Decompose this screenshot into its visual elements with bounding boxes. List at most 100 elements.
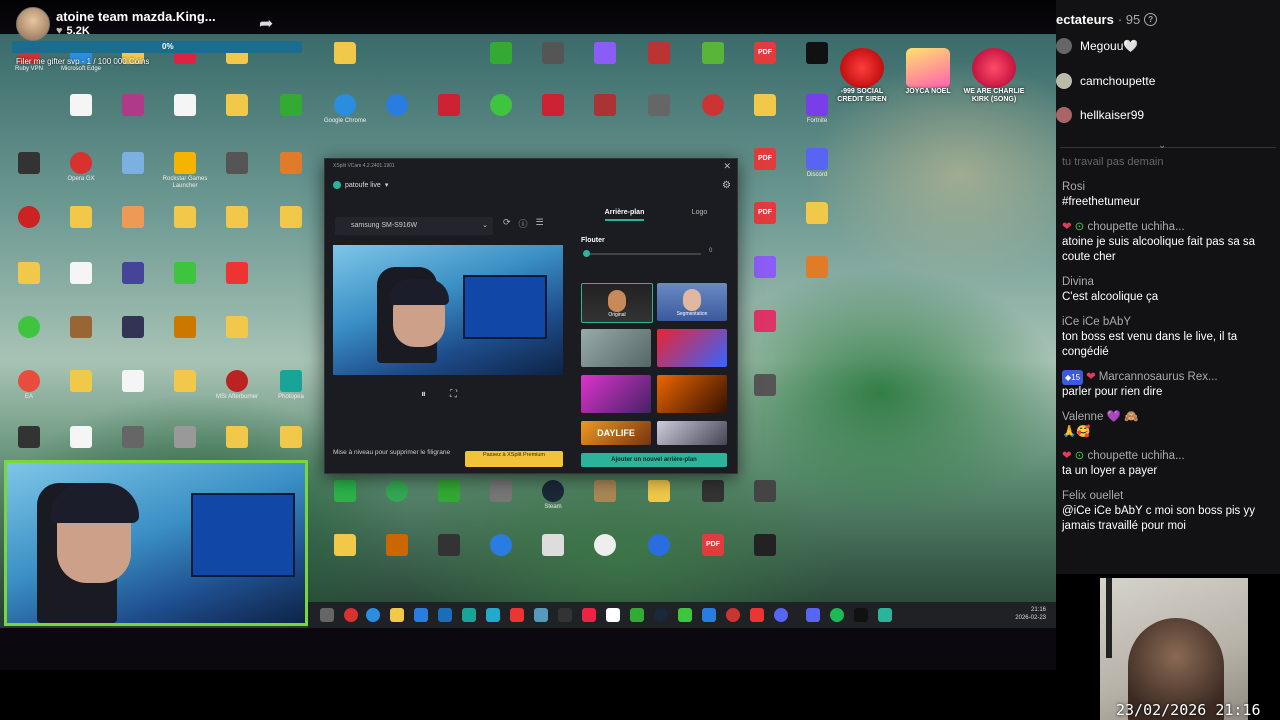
- desktop-icon[interactable]: [58, 206, 104, 230]
- desktop-icon[interactable]: PDF: [742, 202, 788, 226]
- background-thumb-original[interactable]: Original: [581, 283, 653, 323]
- steam-taskbar-icon[interactable]: [654, 608, 668, 622]
- desktop-icon[interactable]: [6, 316, 52, 340]
- desktop-icon[interactable]: [110, 370, 156, 394]
- crop-icon[interactable]: ⛶: [450, 389, 457, 400]
- premium-button[interactable]: Passez à XSplit Premium: [465, 451, 563, 467]
- desktop-icon[interactable]: [110, 262, 156, 286]
- background-thumb[interactable]: [657, 329, 727, 367]
- sliders-icon[interactable]: ☰: [536, 217, 544, 230]
- folder-taskbar-icon[interactable]: [390, 608, 404, 622]
- desktop-icon[interactable]: [478, 42, 524, 66]
- desktop-icon[interactable]: [6, 426, 52, 450]
- add-background-button[interactable]: Ajouter un nouvel arrière-plan: [581, 453, 727, 467]
- close-icon[interactable]: ✕: [723, 161, 731, 172]
- pause-icon[interactable]: ⏸: [421, 389, 426, 400]
- desktop-icon[interactable]: [110, 426, 156, 450]
- taskbar-icon[interactable]: [606, 608, 620, 622]
- background-thumb[interactable]: [657, 375, 727, 413]
- edge-taskbar-icon[interactable]: [366, 608, 380, 622]
- desktop-icon[interactable]: [374, 534, 420, 558]
- taskbar-icon[interactable]: [558, 608, 572, 622]
- opera-taskbar-icon[interactable]: [344, 608, 358, 622]
- desktop-icon[interactable]: [162, 370, 208, 394]
- chat-username[interactable]: Rosi: [1062, 180, 1274, 195]
- desktop-icon[interactable]: [582, 42, 628, 66]
- streamer-title[interactable]: atoine team mazda.King...: [56, 9, 216, 24]
- taskbar-icon[interactable]: [414, 608, 428, 622]
- desktop-icon[interactable]: [636, 480, 682, 504]
- background-thumb[interactable]: [581, 375, 651, 413]
- desktop-icon[interactable]: [742, 374, 788, 398]
- desktop-icon[interactable]: [268, 426, 314, 450]
- taskbar-icon[interactable]: [320, 608, 334, 622]
- chat-username[interactable]: Valenne 💜 🙈: [1062, 410, 1274, 425]
- chat-username[interactable]: Felix ouellet: [1062, 489, 1274, 504]
- desktop-icon[interactable]: [58, 370, 104, 394]
- desktop-icon[interactable]: [374, 94, 420, 118]
- desktop-icon[interactable]: [794, 256, 840, 280]
- desktop-icon[interactable]: [530, 94, 576, 118]
- share-icon[interactable]: ➦: [259, 14, 273, 34]
- desktop-icon[interactable]: [742, 480, 788, 504]
- taskbar-icon[interactable]: [534, 608, 548, 622]
- taskbar-icon[interactable]: [854, 608, 868, 622]
- xsplit-taskbar-icon[interactable]: [878, 608, 892, 622]
- discord-taskbar-icon[interactable]: [774, 608, 788, 622]
- background-thumb[interactable]: [657, 421, 727, 445]
- desktop-icon[interactable]: [268, 94, 314, 118]
- desktop-icon[interactable]: [214, 262, 260, 286]
- desktop-icon[interactable]: [322, 42, 368, 66]
- background-thumb-daylife[interactable]: DAYLIFE: [581, 421, 651, 445]
- chevron-down-icon[interactable]: ⌄: [1158, 140, 1166, 151]
- info-icon[interactable]: ?: [1144, 13, 1158, 26]
- desktop-icon[interactable]: EA: [6, 370, 52, 401]
- desktop-icon[interactable]: [268, 206, 314, 230]
- system-tray[interactable]: 21:16 2026-02-23: [1015, 606, 1046, 622]
- taskbar-icon[interactable]: [486, 608, 500, 622]
- desktop-icon[interactable]: MSI Afterburner: [214, 370, 260, 401]
- desktop-icon[interactable]: Steam: [530, 480, 576, 511]
- desktop-icon[interactable]: [162, 262, 208, 286]
- taskbar-icon[interactable]: [806, 608, 820, 622]
- desktop-icon[interactable]: [426, 534, 472, 558]
- camera-device-select[interactable]: samsung SM-S916W ⌄: [335, 217, 493, 235]
- desktop-icon[interactable]: [742, 534, 788, 558]
- taskbar-icon[interactable]: [510, 608, 524, 622]
- desktop-icon[interactable]: Rockstar Games Launcher: [162, 152, 208, 190]
- info-icon[interactable]: ⓘ: [519, 217, 528, 230]
- desktop-icon[interactable]: [690, 42, 736, 66]
- desktop-icon[interactable]: [6, 152, 52, 176]
- viewer-item[interactable]: hellkaiser99: [1056, 107, 1144, 123]
- chat-username[interactable]: choupette uchiha...: [1087, 450, 1184, 462]
- desktop-icon[interactable]: [582, 480, 628, 504]
- desktop-icon[interactable]: [58, 94, 104, 118]
- slider-knob[interactable]: [583, 250, 590, 257]
- streamer-avatar[interactable]: [16, 7, 50, 41]
- desktop-icon[interactable]: [426, 94, 472, 118]
- desktop-icon[interactable]: [214, 206, 260, 230]
- desktop-icon[interactable]: [742, 94, 788, 118]
- desktop-icon[interactable]: [268, 152, 314, 176]
- desktop-icon[interactable]: [636, 534, 682, 558]
- desktop-icon[interactable]: [162, 426, 208, 450]
- desktop-icon[interactable]: [110, 152, 156, 176]
- refresh-icon[interactable]: ⟳: [503, 217, 511, 230]
- chat-username[interactable]: choupette uchiha...: [1087, 221, 1184, 233]
- tab-logo[interactable]: Logo: [692, 209, 708, 221]
- desktop-icon[interactable]: PDF: [742, 148, 788, 172]
- chat-username[interactable]: Divina: [1062, 275, 1274, 290]
- desktop-icon[interactable]: [214, 426, 260, 450]
- viewer-item[interactable]: camchoupette: [1056, 73, 1155, 89]
- desktop-icon[interactable]: [214, 316, 260, 340]
- desktop-icon[interactable]: [322, 480, 368, 504]
- desktop-icon[interactable]: [162, 206, 208, 230]
- desktop-icon[interactable]: [478, 480, 524, 504]
- desktop-icon[interactable]: [582, 534, 628, 558]
- desktop-icon[interactable]: [110, 94, 156, 118]
- stream-video[interactable]: Ruby VPN Microsoft Edge Opera GX Rocksta…: [0, 0, 1056, 670]
- desktop-icon[interactable]: [162, 94, 208, 118]
- desktop-icon[interactable]: Google Chrome: [322, 94, 368, 125]
- desktop-icon[interactable]: [58, 316, 104, 340]
- desktop-icon[interactable]: [530, 534, 576, 558]
